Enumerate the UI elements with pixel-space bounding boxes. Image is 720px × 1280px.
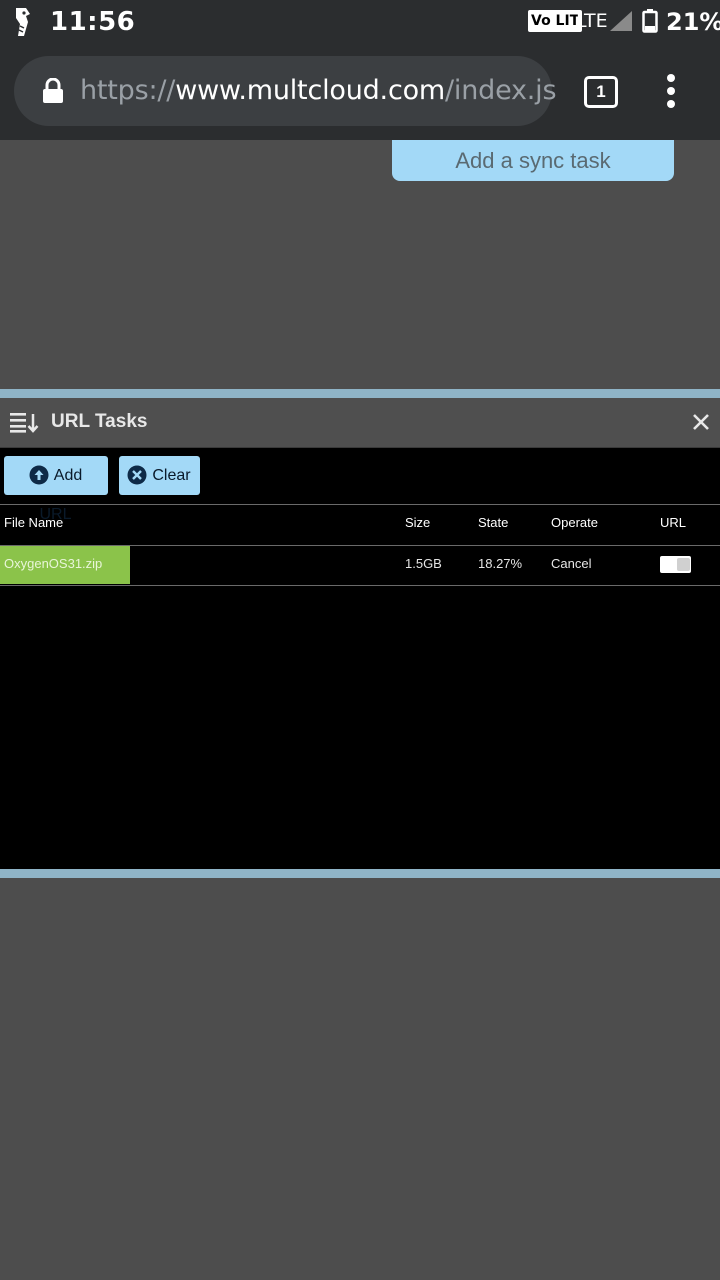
url-path: /index.js: [445, 75, 557, 106]
cancel-link[interactable]: Cancel: [551, 555, 591, 573]
column-size[interactable]: Size: [405, 514, 430, 532]
overflow-menu-icon[interactable]: [660, 74, 682, 110]
upload-icon: [29, 465, 49, 485]
panel-top-divider: [0, 389, 720, 398]
add-url-button[interactable]: Add URL: [4, 456, 108, 523]
url-tasks-header: URL Tasks: [0, 398, 720, 448]
clear-button[interactable]: Clear: [119, 456, 200, 495]
panel-bottom-divider: [0, 869, 720, 878]
table-row-rule: [0, 585, 720, 586]
clear-icon: [127, 465, 147, 485]
clear-label: Clear: [152, 467, 191, 484]
url-scheme: https://: [80, 75, 176, 106]
panel-title: URL Tasks: [51, 411, 148, 432]
url-tasks-panel: Add URL Clear File Name Size State Opera…: [0, 448, 720, 869]
signal-icon: [610, 11, 632, 31]
battery-percent: 21%: [666, 8, 720, 36]
toggle-knob: [677, 558, 690, 571]
url-host: www.multcloud.com: [175, 75, 446, 106]
volte-icon: Vo LIT: [528, 10, 583, 32]
column-url[interactable]: URL: [660, 514, 686, 532]
url-text: https://www.multcloud.com/index.js: [80, 74, 557, 108]
browser-toolbar: https://www.multcloud.com/index.js 1: [0, 44, 720, 140]
battery-icon: [642, 9, 658, 33]
state-cell: 18.27%: [478, 556, 523, 571]
url-toggle[interactable]: [660, 556, 691, 573]
status-time: 11:56: [50, 7, 136, 37]
sort-list-icon: [10, 413, 39, 433]
table-top-rule: [0, 504, 720, 505]
status-bar: 11:56 Vo LIT LTE 21%: [0, 0, 720, 44]
address-bar[interactable]: https://www.multcloud.com/index.js: [14, 56, 557, 126]
add-sync-task-button[interactable]: Add a sync task: [392, 140, 674, 181]
page-bottom-area: [0, 878, 720, 1280]
file-name-cell: OxygenOS31.zip: [4, 556, 103, 571]
app-logo-icon: [16, 8, 30, 36]
lock-icon: [43, 78, 63, 103]
column-state[interactable]: State: [478, 514, 508, 532]
size-cell: 1.5GB: [405, 556, 442, 571]
column-operate[interactable]: Operate: [551, 514, 598, 532]
tabs-icon[interactable]: 1: [584, 76, 618, 108]
column-file-name[interactable]: File Name: [4, 514, 63, 532]
network-type: LTE: [576, 10, 608, 32]
close-icon[interactable]: [690, 411, 712, 433]
page-top-area: Add a sync task: [0, 140, 720, 390]
